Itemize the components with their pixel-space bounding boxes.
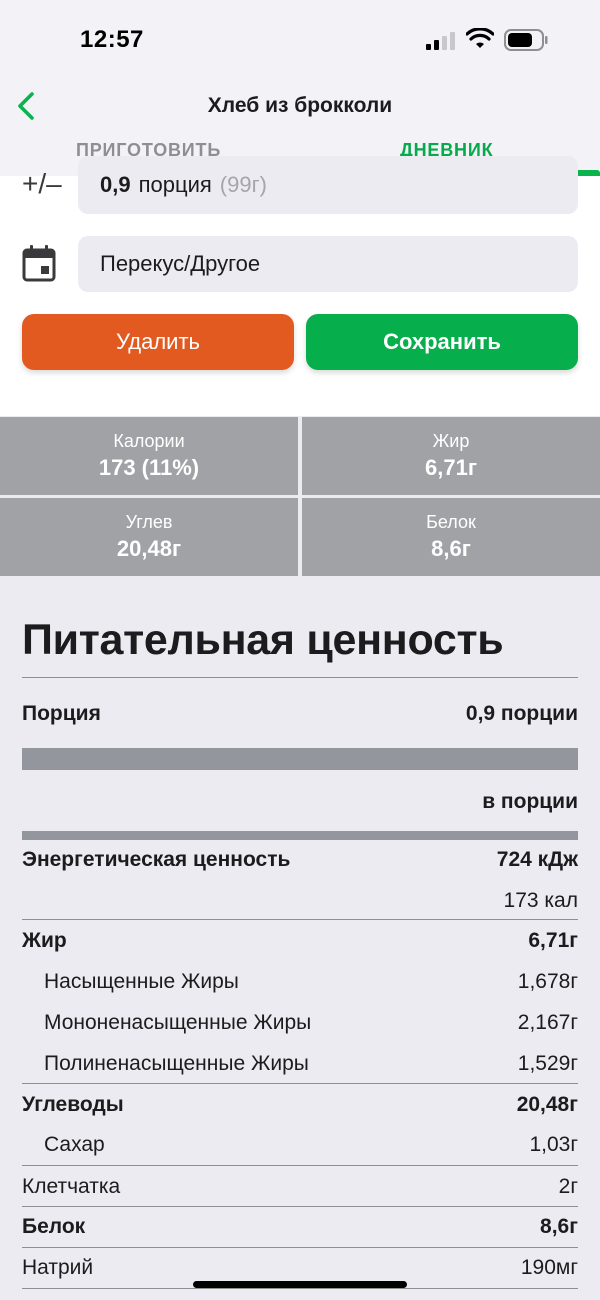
- protein-row: Белок 8,6г: [22, 1215, 578, 1245]
- home-indicator[interactable]: [193, 1281, 407, 1288]
- serving-value: 0,9 порции: [465, 702, 578, 725]
- energy-row: Энергетическая ценность 724 кДж: [22, 848, 578, 878]
- macro-carbs: Углев 20,48г: [0, 498, 298, 576]
- meal-type-field[interactable]: Перекус/Другое: [78, 236, 578, 292]
- macro-label: Углев: [125, 512, 173, 532]
- mono-fat-row: Мононенасыщенные Жиры 2,167г: [22, 1011, 578, 1041]
- carbs-row: Углеводы 20,48г: [22, 1093, 578, 1123]
- plus-minus-icon[interactable]: +/–: [22, 168, 62, 200]
- serving-row: Порция 0,9 порции: [22, 702, 578, 732]
- fiber-value: 2г: [558, 1175, 578, 1198]
- save-button[interactable]: Сохранить: [306, 314, 578, 370]
- page-title: Хлеб из брокколи: [207, 94, 393, 117]
- status-bar: 12:57: [0, 0, 600, 80]
- divider: [22, 1165, 578, 1166]
- per-serving-row: в порции: [22, 790, 578, 820]
- serving-label: Порция: [22, 702, 101, 725]
- energy-kcal-row: 173 кал: [22, 889, 578, 919]
- poly-fat-row: Полиненасыщенные Жиры 1,529г: [22, 1052, 578, 1082]
- battery-icon: [504, 29, 548, 51]
- divider: [22, 1206, 578, 1207]
- divider: [22, 1247, 578, 1248]
- macro-value: 20,48г: [116, 536, 182, 561]
- poly-fat-label: Полиненасыщенные Жиры: [44, 1052, 309, 1075]
- protein-value: 8,6г: [540, 1215, 578, 1238]
- macro-value: 173 (11%): [98, 455, 200, 480]
- saturated-fat-label: Насыщенные Жиры: [44, 970, 239, 993]
- portion-number: 0,9: [100, 172, 131, 197]
- poly-fat-value: 1,529г: [517, 1052, 578, 1075]
- sugar-label: Сахар: [44, 1133, 105, 1156]
- portion-unit: порция: [138, 172, 212, 197]
- carbs-label: Углеводы: [22, 1093, 124, 1116]
- per-serving-label: в порции: [482, 790, 578, 813]
- sodium-label: Натрий: [22, 1256, 94, 1279]
- sodium-value: 190мг: [520, 1256, 578, 1279]
- divider: [22, 677, 578, 678]
- delete-button[interactable]: Удалить: [22, 314, 294, 370]
- meal-type-value: Перекус/Другое: [100, 251, 261, 276]
- sugar-row: Сахар 1,03г: [22, 1133, 578, 1163]
- macro-fat: Жир 6,71г: [302, 417, 600, 495]
- signal-icon: [426, 32, 455, 50]
- saturated-fat-row: Насыщенные Жиры 1,678г: [22, 970, 578, 1000]
- facts-title: Питательная ценность: [22, 616, 504, 664]
- fiber-row: Клетчатка 2г: [22, 1175, 578, 1205]
- status-time: 12:57: [80, 26, 144, 53]
- macro-label: Жир: [432, 431, 470, 451]
- portion-field[interactable]: 0,9 порция (99г): [78, 156, 578, 214]
- fat-row: Жир 6,71г: [22, 929, 578, 959]
- portion-weight: (99г): [219, 172, 267, 197]
- divider: [22, 1288, 578, 1289]
- macro-label: Калории: [113, 431, 185, 451]
- wifi-icon: [466, 28, 494, 48]
- fat-value: 6,71г: [528, 929, 578, 952]
- saturated-fat-value: 1,678г: [517, 970, 578, 993]
- fiber-label: Клетчатка: [22, 1175, 121, 1198]
- macro-value: 8,6г: [431, 536, 471, 561]
- energy-kj: 724 кДж: [496, 848, 578, 871]
- protein-label: Белок: [22, 1215, 86, 1238]
- divider: [22, 1083, 578, 1084]
- macro-value: 6,71г: [425, 455, 477, 480]
- macro-calories: Калории 173 (11%): [0, 417, 298, 495]
- energy-kcal: 173 кал: [503, 889, 578, 912]
- fat-label: Жир: [22, 929, 67, 952]
- calendar-icon[interactable]: [22, 244, 56, 282]
- mono-fat-value: 2,167г: [517, 1011, 578, 1034]
- diary-form: 0,9 порция (99г) +/– Перекус/Другое Удал…: [0, 156, 600, 416]
- mono-fat-label: Мононенасыщенные Жиры: [44, 1011, 312, 1034]
- sugar-value: 1,03г: [529, 1133, 578, 1156]
- macro-protein: Белок 8,6г: [302, 498, 600, 576]
- divider-thick: [22, 748, 578, 770]
- macro-label: Белок: [426, 512, 476, 532]
- divider-medium: [22, 831, 578, 840]
- divider: [22, 919, 578, 920]
- energy-label: Энергетическая ценность: [22, 848, 291, 871]
- carbs-value: 20,48г: [516, 1093, 578, 1116]
